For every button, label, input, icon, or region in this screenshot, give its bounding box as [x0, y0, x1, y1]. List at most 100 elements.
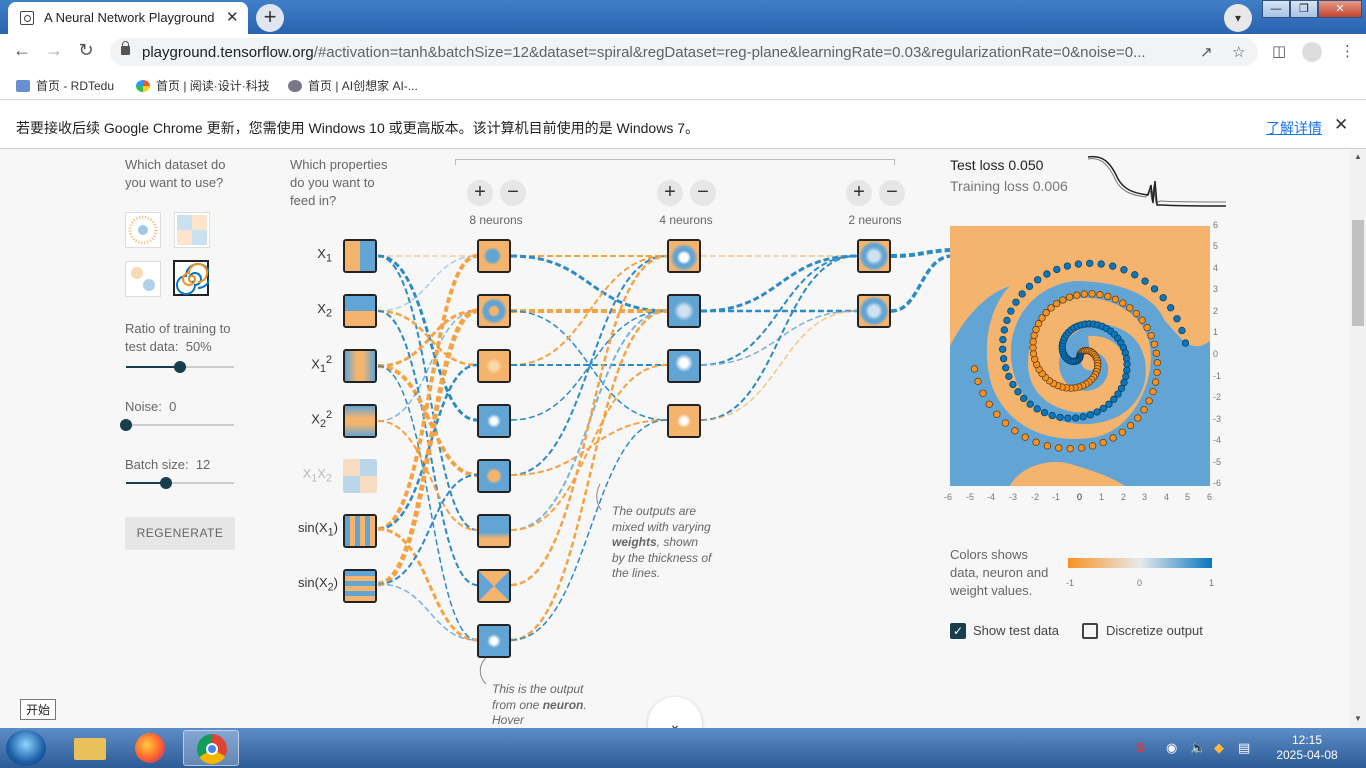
x-tick: -2 [1031, 492, 1040, 502]
scroll-down-icon[interactable]: ▼ [1354, 714, 1362, 723]
remove-neuron-layer3-button[interactable]: − [879, 180, 905, 206]
neuron-l1-7[interactable] [477, 569, 511, 603]
data-point [1030, 331, 1038, 340]
y-tick: -2 [1213, 392, 1222, 402]
firefox-task-button[interactable] [122, 730, 178, 766]
data-point [1109, 262, 1117, 270]
discretize-output-checkbox[interactable] [1082, 623, 1098, 639]
data-point [1014, 388, 1022, 396]
add-neuron-layer2-button[interactable]: + [657, 180, 683, 206]
data-point [1033, 405, 1041, 413]
windows-start-icon[interactable] [6, 730, 46, 766]
data-point [1012, 298, 1020, 306]
data-point [1000, 326, 1008, 334]
neuron-l1-2[interactable] [477, 294, 511, 328]
data-point [1123, 366, 1131, 374]
neuron-l1-4[interactable] [477, 404, 511, 438]
neuron-l1-1[interactable] [477, 239, 511, 273]
data-point [1063, 262, 1072, 270]
scale-tick: 1 [1209, 578, 1215, 588]
chrome-task-button[interactable] [183, 730, 239, 766]
scrollbar-thumb[interactable] [1352, 220, 1364, 326]
data-point [1048, 411, 1056, 420]
layer3-neuron-count: 2 neurons [848, 213, 902, 227]
scroll-up-icon[interactable]: ▲ [1354, 152, 1362, 161]
data-point [1126, 421, 1135, 430]
add-neuron-layer1-button[interactable]: + [467, 180, 493, 206]
data-point [1181, 339, 1190, 347]
data-point [1153, 368, 1161, 377]
feature-label-x1x2: X1X2 [302, 466, 332, 485]
alert-tray-icon[interactable]: ◆ [1214, 740, 1224, 756]
feature-node-x2-squared[interactable] [343, 404, 377, 438]
data-point [1152, 378, 1160, 386]
data-point [1086, 411, 1095, 419]
data-point [1138, 316, 1146, 324]
data-point [1111, 295, 1120, 303]
y-tick: 6 [1213, 220, 1219, 230]
data-point [1150, 340, 1158, 348]
neuron-l2-1[interactable] [667, 239, 701, 273]
page-scrollbar[interactable]: ▲ ▼ [1350, 150, 1366, 728]
y-axis-ticks: 6 5 4 3 2 1 0 -1 -2 -3 -4 -5 -6 [1213, 220, 1233, 490]
data-point [1053, 265, 1061, 274]
data-point [1105, 400, 1113, 408]
weights-annotation: The outputs are mixed with varying weigh… [612, 504, 712, 580]
feature-node-x1-squared[interactable] [343, 349, 377, 383]
feature-node-x1[interactable] [343, 239, 377, 273]
x-tick: 3 [1142, 492, 1148, 502]
test-loss: Test loss 0.050 [950, 157, 1044, 173]
x-tick: 5 [1185, 492, 1191, 502]
layer1-neuron-count: 8 neurons [469, 213, 523, 227]
add-neuron-layer3-button[interactable]: + [846, 180, 872, 206]
y-tick: -6 [1213, 478, 1222, 488]
explorer-task-button[interactable] [62, 730, 118, 766]
remove-neuron-layer1-button[interactable]: − [500, 180, 526, 206]
data-point [999, 355, 1008, 363]
data-point [1029, 338, 1037, 346]
security-tray-icon[interactable]: ◉ [1166, 740, 1177, 756]
data-point [1064, 414, 1072, 422]
neuron-l3-1[interactable] [857, 239, 891, 273]
network-icon[interactable]: ▤ [1238, 740, 1250, 756]
windows-taskbar: S ◉ 🔈 ◆ ▤ 12:15 2025-04-08 [0, 728, 1366, 768]
data-point [1003, 316, 1011, 325]
x-tick: 6 [1207, 492, 1213, 502]
data-point [1053, 299, 1061, 308]
start-tooltip: 开始 [20, 699, 57, 720]
show-test-data-checkbox[interactable]: ✓ [950, 623, 966, 639]
data-point [1173, 315, 1181, 323]
loss-curve [1088, 155, 1226, 207]
sogou-ime-icon[interactable]: S [1136, 740, 1145, 755]
data-point [1099, 404, 1107, 413]
x-tick: -5 [966, 492, 975, 502]
remove-neuron-layer2-button[interactable]: − [690, 180, 716, 206]
data-point [1122, 372, 1130, 381]
neuron-l2-4[interactable] [667, 404, 701, 438]
data-point [1167, 304, 1175, 312]
neuron-l2-3[interactable] [667, 349, 701, 383]
taskbar-clock[interactable]: 12:15 2025-04-08 [1272, 733, 1342, 763]
neuron-l1-5[interactable] [477, 459, 511, 493]
data-point [1080, 290, 1088, 298]
data-point [1055, 444, 1063, 452]
y-tick: -5 [1213, 457, 1222, 467]
y-tick: 1 [1213, 327, 1219, 337]
feature-node-x2[interactable] [343, 294, 377, 328]
y-tick: -3 [1213, 414, 1222, 424]
feature-node-sin-x1[interactable] [343, 514, 377, 548]
neuron-l1-8[interactable] [477, 624, 511, 658]
training-loss: Training loss 0.006 [950, 178, 1068, 194]
feature-node-x1x2[interactable] [343, 459, 377, 493]
neuron-l1-3[interactable] [477, 349, 511, 383]
volume-icon[interactable]: 🔈 [1190, 740, 1206, 756]
data-point [1034, 276, 1042, 284]
neuron-l1-6[interactable] [477, 514, 511, 548]
show-test-data-label: Show test data [973, 623, 1059, 638]
neuron-l2-2[interactable] [667, 294, 701, 328]
feature-node-sin-x2[interactable] [343, 569, 377, 603]
neuron-l3-2[interactable] [857, 294, 891, 328]
data-point [970, 365, 979, 373]
data-point [1005, 372, 1013, 381]
feature-label-sin-x2: sin(X2) [298, 575, 338, 594]
